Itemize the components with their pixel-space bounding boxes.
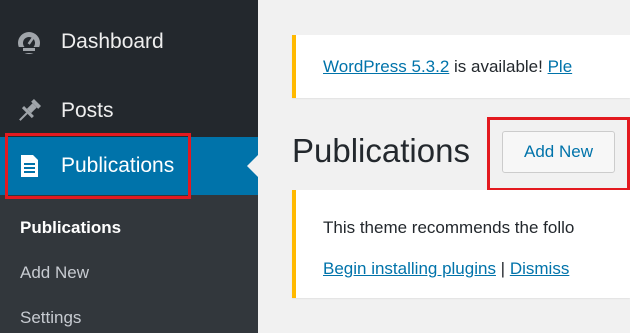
pushpin-icon [14,96,44,126]
update-notice: WordPress 5.3.2 is available! Ple [292,35,630,98]
dashboard-icon [14,27,44,57]
page-title: Publications [292,132,470,169]
add-new-button[interactable]: Add New [502,131,615,173]
sidebar-item-label: Dashboard [61,30,164,53]
theme-plugin-notice: This theme recommends the follo Begin in… [292,190,630,298]
active-indicator-arrow [247,155,258,177]
admin-sidebar: Dashboard Posts Publications Publication… [0,0,258,333]
dismiss-notice-link[interactable]: Dismiss [510,259,570,278]
submenu-item-publications[interactable]: Publications [20,218,121,238]
begin-installing-plugins-link[interactable]: Begin installing plugins [323,259,496,278]
submenu-item-add-new[interactable]: Add New [20,263,89,283]
update-notice-text: WordPress 5.3.2 is available! Ple [323,57,572,77]
sidebar-submenu: Publications Add New Settings [0,195,258,333]
submenu-item-settings[interactable]: Settings [20,308,81,328]
wordpress-version-link[interactable]: WordPress 5.3.2 [323,57,449,76]
document-icon [14,151,44,181]
link-separator: | [495,259,510,278]
sidebar-item-dashboard[interactable]: Dashboard [0,14,258,70]
theme-notice-actions: Begin installing plugins | Dismiss [323,259,569,279]
sidebar-item-posts[interactable]: Posts [0,83,258,139]
theme-notice-text: This theme recommends the follo [323,218,575,237]
update-now-link[interactable]: Ple [548,57,573,76]
sidebar-item-label: Publications [61,154,175,177]
update-notice-message: is available! [449,57,548,76]
sidebar-item-publications[interactable]: Publications [0,137,258,195]
sidebar-item-label: Posts [61,99,114,122]
